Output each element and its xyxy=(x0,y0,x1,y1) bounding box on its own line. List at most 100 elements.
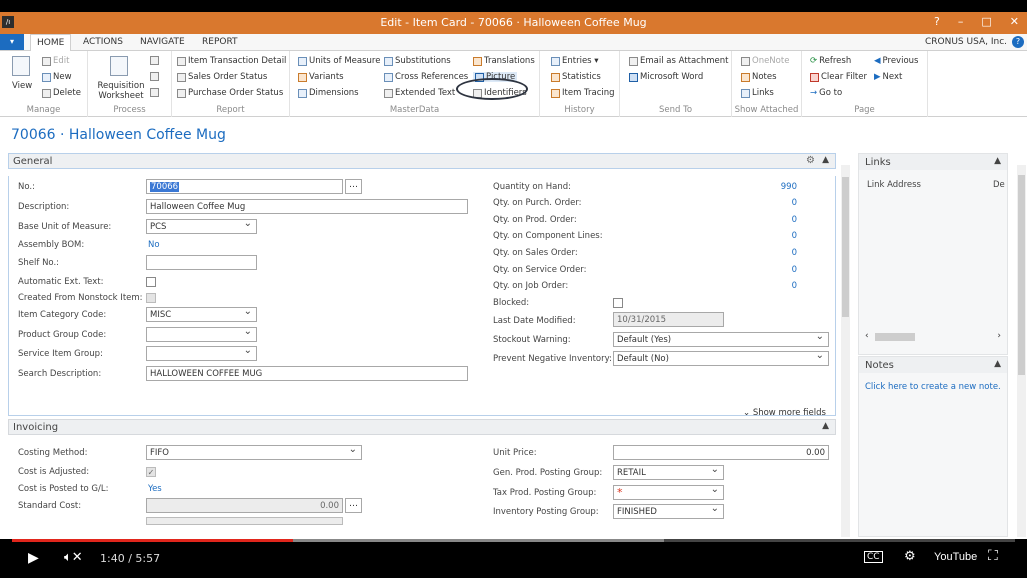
go-to-button[interactable]: → Go to xyxy=(810,88,842,98)
tab-home[interactable]: HOME xyxy=(30,34,72,51)
sales-order-status-button[interactable]: Sales Order Status xyxy=(177,72,267,82)
collapse-chevron-icon[interactable]: ▲ xyxy=(994,156,1001,166)
refresh-button[interactable]: ⟳ Refresh xyxy=(810,56,851,66)
company-name[interactable]: CRONUS USA, Inc. xyxy=(925,37,1007,47)
requisition-worksheet-button[interactable]: Requisition Worksheet xyxy=(96,81,146,101)
unit-price-field[interactable]: 0.00 xyxy=(613,445,829,460)
video-progress-bar[interactable] xyxy=(12,539,1015,542)
search-description-field[interactable]: HALLOWEEN COFFEE MUG xyxy=(146,366,468,381)
fullscreen-icon[interactable]: ⛶ xyxy=(988,548,998,564)
video-player-controls: ▶ 🔈︎✕ 1:40 / 5:57 CC ⚙ YouTube ⛶ xyxy=(0,539,1027,578)
inventory-posting-select[interactable]: FINISHED xyxy=(613,504,724,519)
stockout-warning-select[interactable]: Default (Yes) xyxy=(613,332,829,347)
base-uom-select[interactable]: PCS xyxy=(146,219,257,234)
qty-prod-value[interactable]: 0 xyxy=(757,215,797,225)
settings-gear-icon[interactable]: ⚙ xyxy=(904,549,916,564)
no-field[interactable]: 70066 xyxy=(146,179,343,194)
factbox-scrollbar-thumb[interactable] xyxy=(1018,175,1025,375)
collapse-chevron-icon[interactable]: ▲ xyxy=(994,359,1001,369)
qty-component-value[interactable]: 0 xyxy=(757,231,797,241)
captions-icon[interactable]: CC xyxy=(864,551,883,563)
collapse-chevron-icon[interactable]: ▲ xyxy=(822,155,829,165)
costing-method-select[interactable]: FIFO xyxy=(146,445,362,460)
gen-prod-posting-select[interactable]: RETAIL xyxy=(613,465,724,480)
create-note-link[interactable]: Click here to create a new note. xyxy=(865,382,1001,392)
notes-factbox-header[interactable]: Notes ▲ xyxy=(859,357,1007,373)
previous-button[interactable]: ◀ Previous xyxy=(874,56,918,66)
process-action-icon-1[interactable] xyxy=(150,56,159,65)
qty-sales-value[interactable]: 0 xyxy=(757,248,797,258)
main-scrollbar-thumb[interactable] xyxy=(842,177,849,317)
description-field[interactable]: Halloween Coffee Mug xyxy=(146,199,468,214)
statistics-button[interactable]: Statistics xyxy=(551,72,601,82)
units-of-measure-button[interactable]: Units of Measure xyxy=(298,56,380,66)
maximize-button[interactable]: □ xyxy=(981,15,991,28)
extended-text-button[interactable]: Extended Text xyxy=(384,88,455,98)
general-fasttab-header[interactable]: General ⚙ ▲ xyxy=(8,153,836,169)
qty-job-label: Qty. on Job Order: xyxy=(493,281,569,291)
substitutions-button[interactable]: Substitutions xyxy=(384,56,451,66)
purchase-order-status-button[interactable]: Purchase Order Status xyxy=(177,88,283,98)
service-item-group-select[interactable] xyxy=(146,346,257,361)
translations-button[interactable]: Translations xyxy=(473,56,535,66)
variants-button[interactable]: Variants xyxy=(298,72,344,82)
group-label-page: Page xyxy=(854,105,875,115)
minimize-button[interactable]: – xyxy=(958,15,964,28)
links-hscrollbar[interactable]: ‹ › xyxy=(861,331,1007,343)
new-button[interactable]: New xyxy=(42,72,72,82)
tab-actions[interactable]: ACTIONS xyxy=(83,37,123,47)
youtube-logo-icon[interactable]: YouTube xyxy=(934,551,977,563)
item-tracing-button[interactable]: Item Tracing xyxy=(551,88,615,98)
clear-filter-button[interactable]: Clear Filter xyxy=(810,72,867,82)
qty-service-value[interactable]: 0 xyxy=(757,265,797,275)
play-icon[interactable]: ▶ xyxy=(28,550,39,566)
links-button[interactable]: Links xyxy=(741,88,774,98)
main-scrollbar[interactable] xyxy=(841,165,850,537)
tax-prod-posting-select[interactable]: * xyxy=(613,485,724,500)
qty-purch-value[interactable]: 0 xyxy=(757,198,797,208)
qty-on-hand-value[interactable]: 990 xyxy=(757,182,797,192)
file-menu-button[interactable]: ▾ xyxy=(0,34,24,50)
notes-button[interactable]: Notes xyxy=(741,72,777,82)
dimensions-button[interactable]: Dimensions xyxy=(298,88,359,98)
process-action-icon-3[interactable] xyxy=(150,88,159,97)
item-transaction-detail-button[interactable]: Item Transaction Detail xyxy=(177,56,286,66)
scroll-left-icon[interactable]: ‹ xyxy=(865,331,869,341)
blocked-checkbox[interactable] xyxy=(613,298,623,308)
standard-cost-lookup-button[interactable]: … xyxy=(345,498,362,513)
view-button[interactable]: View xyxy=(12,81,32,91)
tab-report[interactable]: REPORT xyxy=(202,37,238,47)
onenote-button[interactable]: OneNote xyxy=(741,56,789,66)
no-lookup-button[interactable]: … xyxy=(345,179,362,194)
process-action-icon-2[interactable] xyxy=(150,72,159,81)
report-icon xyxy=(177,72,186,82)
shelf-no-field[interactable] xyxy=(146,255,257,270)
email-as-attachment-button[interactable]: Email as Attachment xyxy=(629,56,728,66)
links-factbox-header[interactable]: Links ▲ xyxy=(859,154,1007,170)
close-button[interactable]: ✕ xyxy=(1010,15,1019,28)
assembly-bom-value[interactable]: No xyxy=(148,240,160,250)
entries-button[interactable]: Entries ▾ xyxy=(551,56,599,66)
auto-ext-text-checkbox[interactable] xyxy=(146,277,156,287)
edit-button[interactable]: Edit xyxy=(42,56,69,66)
prevent-negative-select[interactable]: Default (No) xyxy=(613,351,829,366)
cost-posted-value[interactable]: Yes xyxy=(148,484,162,494)
collapse-chevron-icon[interactable]: ▲ xyxy=(822,421,829,431)
product-group-select[interactable] xyxy=(146,327,257,342)
invoicing-fasttab-header[interactable]: Invoicing ▲ xyxy=(8,419,836,435)
links-hscroll-thumb[interactable] xyxy=(875,333,915,341)
help-icon[interactable]: ? xyxy=(1012,36,1024,48)
cross-references-button[interactable]: Cross References xyxy=(384,72,468,82)
factbox-scrollbar[interactable] xyxy=(1017,165,1026,537)
help-window-button[interactable]: ? xyxy=(934,15,940,28)
mute-icon[interactable]: 🔈︎✕ xyxy=(64,550,83,565)
scroll-right-icon[interactable]: › xyxy=(997,331,1001,341)
qty-job-value[interactable]: 0 xyxy=(757,281,797,291)
customize-gear-icon[interactable]: ⚙ xyxy=(806,155,815,166)
microsoft-word-button[interactable]: Microsoft Word xyxy=(629,72,703,82)
item-category-select[interactable]: MISC xyxy=(146,307,257,322)
next-button[interactable]: ▶ Next xyxy=(874,72,902,82)
tab-navigate[interactable]: NAVIGATE xyxy=(140,37,185,47)
delete-button[interactable]: Delete xyxy=(42,88,81,98)
show-more-fields-link[interactable]: ⌄ Show more fields xyxy=(743,408,826,418)
